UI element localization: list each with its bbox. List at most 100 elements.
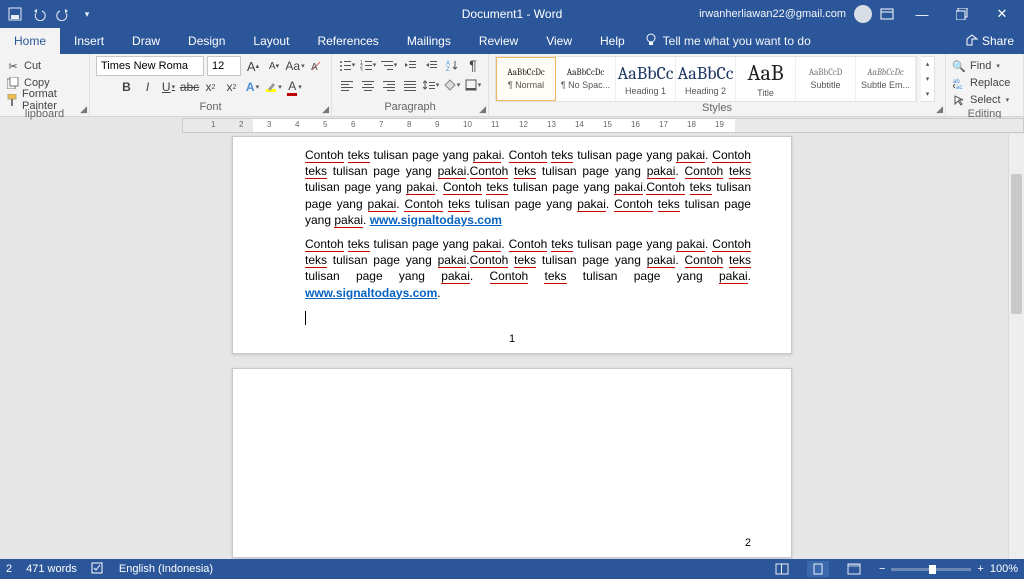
font-launcher-icon[interactable]: ◢ xyxy=(322,104,329,115)
tab-draw[interactable]: Draw xyxy=(118,28,174,54)
paragraph-text[interactable] xyxy=(305,309,751,325)
scrollbar-thumb[interactable] xyxy=(1011,174,1022,314)
zoom-slider-thumb[interactable] xyxy=(929,565,936,574)
replace-button[interactable]: abacReplace xyxy=(952,75,1010,91)
font-name-combo[interactable] xyxy=(96,56,204,76)
avatar[interactable] xyxy=(854,5,872,23)
status-page[interactable]: 2 xyxy=(6,563,12,575)
superscript-button[interactable]: x2 xyxy=(223,78,241,96)
bold-button[interactable]: B xyxy=(118,78,136,96)
styles-gallery-more[interactable]: ▴▾▾ xyxy=(921,56,935,102)
status-language[interactable]: English (Indonesia) xyxy=(119,563,213,575)
subscript-button[interactable]: x2 xyxy=(202,78,220,96)
styles-launcher-icon[interactable]: ◢ xyxy=(936,104,943,115)
styles-gallery[interactable]: AaBbCcDc¶ Normal AaBbCcDc¶ No Spac... Aa… xyxy=(495,56,917,102)
horizontal-ruler[interactable]: 12345678910111213141516171819 xyxy=(182,118,1024,133)
paragraph-text[interactable]: Contoh teks tulisan page yang pakai. Con… xyxy=(305,147,751,228)
group-font: A▴ A▾ Aa▾ A B I U▾ abc x2 x2 A▾ ▾ A▾ Fon… xyxy=(90,54,332,116)
line-spacing-button[interactable]: ▾ xyxy=(422,76,440,94)
redo-icon[interactable] xyxy=(52,4,74,24)
tab-review[interactable]: Review xyxy=(465,28,532,54)
cut-button[interactable]: ✂Cut xyxy=(6,58,41,74)
align-center-button[interactable] xyxy=(359,76,377,94)
select-button[interactable]: Select▾ xyxy=(952,92,1009,108)
undo-icon[interactable] xyxy=(28,4,50,24)
text-effects-button[interactable]: A▾ xyxy=(244,78,262,96)
zoom-slider[interactable] xyxy=(891,568,971,571)
zoom-in-button[interactable]: + xyxy=(977,563,983,575)
page-2[interactable]: 2 xyxy=(232,368,792,558)
sort-button[interactable]: AZ xyxy=(443,56,461,74)
restore-button[interactable] xyxy=(942,0,982,28)
tell-me[interactable]: Tell me what you want to do xyxy=(645,28,811,54)
hyperlink[interactable]: www.signaltodays.com xyxy=(305,286,437,300)
style-no-spacing[interactable]: AaBbCcDc¶ No Spac... xyxy=(556,57,616,101)
align-right-button[interactable] xyxy=(380,76,398,94)
qat-more-icon[interactable]: ▾ xyxy=(76,4,98,24)
svg-text:A: A xyxy=(311,62,318,73)
borders-button[interactable]: ▾ xyxy=(464,76,482,94)
close-button[interactable]: ✕ xyxy=(982,0,1022,28)
tab-design[interactable]: Design xyxy=(174,28,239,54)
share-button[interactable]: Share xyxy=(956,28,1024,54)
tab-mailings[interactable]: Mailings xyxy=(393,28,465,54)
select-label: Select xyxy=(970,94,1001,106)
group-styles: AaBbCcDc¶ Normal AaBbCcDc¶ No Spac... Aa… xyxy=(489,54,946,116)
italic-button[interactable]: I xyxy=(139,78,157,96)
multilevel-list-button[interactable]: ▾ xyxy=(380,56,398,74)
zoom-level[interactable]: 100% xyxy=(990,563,1018,575)
minimize-button[interactable]: — xyxy=(902,0,942,28)
document-area[interactable]: Contoh teks tulisan page yang pakai. Con… xyxy=(0,134,1024,559)
vertical-scrollbar[interactable] xyxy=(1008,134,1024,559)
style-subtitle[interactable]: AaBbCcDSubtitle xyxy=(796,57,856,101)
tab-insert[interactable]: Insert xyxy=(60,28,118,54)
group-editing: 🔍Find▾ abacReplace Select▾ Editing xyxy=(946,54,1024,116)
lightbulb-icon xyxy=(645,33,657,50)
print-layout-button[interactable] xyxy=(807,561,829,577)
status-spellcheck[interactable] xyxy=(91,562,105,577)
shrink-font-button[interactable]: A▾ xyxy=(265,57,283,75)
status-words[interactable]: 471 words xyxy=(26,563,77,575)
strikethrough-button[interactable]: abc xyxy=(181,78,199,96)
shading-button[interactable]: ▾ xyxy=(443,76,461,94)
hyperlink[interactable]: www.signaltodays.com xyxy=(370,213,502,227)
paragraph-text[interactable]: Contoh teks tulisan page yang pakai. Con… xyxy=(305,236,751,301)
find-button[interactable]: 🔍Find▾ xyxy=(952,58,1000,74)
tab-view[interactable]: View xyxy=(532,28,586,54)
tab-home[interactable]: Home xyxy=(0,28,60,54)
show-marks-button[interactable]: ¶ xyxy=(464,56,482,74)
read-mode-button[interactable] xyxy=(771,561,793,577)
style-heading-1[interactable]: AaBbCcHeading 1 xyxy=(616,57,676,101)
increase-indent-button[interactable] xyxy=(422,56,440,74)
web-layout-button[interactable] xyxy=(843,561,865,577)
font-color-button[interactable]: A▾ xyxy=(286,78,304,96)
zoom-out-button[interactable]: − xyxy=(879,563,885,575)
font-size-combo[interactable] xyxy=(207,56,241,76)
paragraph-launcher-icon[interactable]: ◢ xyxy=(479,104,486,115)
clipboard-launcher-icon[interactable]: ◢ xyxy=(80,104,87,115)
change-case-button[interactable]: Aa▾ xyxy=(286,57,304,75)
style-heading-2[interactable]: AaBbCcHeading 2 xyxy=(676,57,736,101)
decrease-indent-button[interactable] xyxy=(401,56,419,74)
page-1[interactable]: Contoh teks tulisan page yang pakai. Con… xyxy=(232,136,792,354)
clear-formatting-button[interactable]: A xyxy=(307,57,325,75)
grow-font-button[interactable]: A▴ xyxy=(244,57,262,75)
tab-help[interactable]: Help xyxy=(586,28,639,54)
user-email[interactable]: irwanherliawan22@gmail.com xyxy=(699,8,846,20)
numbering-button[interactable]: 123▾ xyxy=(359,56,377,74)
bullets-button[interactable]: ▾ xyxy=(338,56,356,74)
format-painter-button[interactable]: Format Painter xyxy=(6,92,83,108)
style-title[interactable]: AaBTitle xyxy=(736,57,796,101)
ribbon-options-icon[interactable] xyxy=(880,8,894,20)
save-icon[interactable] xyxy=(4,4,26,24)
underline-button[interactable]: U▾ xyxy=(160,78,178,96)
ruler-row: 12345678910111213141516171819 xyxy=(0,117,1024,134)
style-subtle-emphasis[interactable]: AaBbCcDcSubtle Em... xyxy=(856,57,916,101)
tab-references[interactable]: References xyxy=(303,28,392,54)
justify-button[interactable] xyxy=(401,76,419,94)
align-left-button[interactable] xyxy=(338,76,356,94)
format-painter-icon xyxy=(6,93,18,107)
highlight-button[interactable]: ▾ xyxy=(265,78,283,96)
style-normal[interactable]: AaBbCcDc¶ Normal xyxy=(496,57,556,101)
tab-layout[interactable]: Layout xyxy=(239,28,303,54)
